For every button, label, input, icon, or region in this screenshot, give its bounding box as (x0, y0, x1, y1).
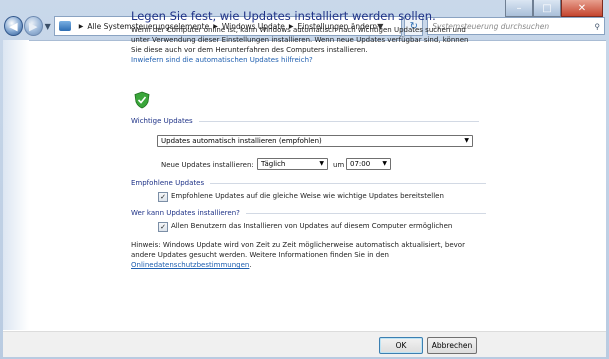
day-select[interactable]: Täglich ▼ (257, 158, 328, 170)
divider (198, 120, 479, 122)
install-schedule-label: Neue Updates installieren: (161, 161, 254, 169)
select-value: 07:00 (350, 160, 371, 168)
section-heading: Wer kann Updates installieren? (131, 209, 240, 217)
recommended-checkbox-label[interactable]: Empfohlene Updates auf die gleiche Weise… (171, 192, 444, 200)
back-arrow-icon[interactable]: ◀ (4, 16, 23, 36)
hint-text: Hinweis: Windows Update wird von Zeit zu… (131, 240, 471, 270)
select-value: Täglich (261, 160, 286, 168)
allow-users-checkbox-label[interactable]: Allen Benutzern das Installieren von Upd… (171, 222, 452, 230)
search-icon[interactable]: ⚲ (595, 22, 601, 31)
left-gradient-bar (3, 40, 29, 330)
description-text: Wenn der Computer online ist, kann Windo… (131, 26, 469, 54)
help-link[interactable]: Inwiefern sind die automatischen Updates… (131, 56, 313, 64)
cancel-button[interactable]: Abbrechen (427, 337, 477, 354)
forward-arrow-icon[interactable]: ▶ (23, 16, 43, 36)
hint-body: Hinweis: Windows Update wird von Zeit zu… (131, 241, 465, 259)
section-heading: Wichtige Updates (131, 117, 193, 125)
window: – □ ✕ ◀ ▶ ▼ ▶ Alle Systemsteuerungseleme… (0, 0, 609, 359)
button-bar: OK Abbrechen (3, 331, 606, 357)
ok-button[interactable]: OK (379, 337, 423, 354)
section-who-can-install: Wer kann Updates installieren? (131, 209, 486, 217)
divider (245, 212, 486, 214)
shield-icon (134, 91, 150, 109)
section-heading: Empfohlene Updates (131, 179, 205, 187)
update-mode-select[interactable]: Updates automatisch installieren (empfoh… (157, 135, 473, 147)
privacy-link[interactable]: Onlinedatenschutzbestimmungen (131, 261, 249, 269)
divider (210, 182, 487, 184)
page-title: Legen Sie fest, wie Updates installiert … (131, 9, 436, 23)
control-panel-icon (58, 21, 71, 31)
recommended-checkbox[interactable]: ✓ (158, 192, 168, 202)
chevron-down-icon: ▼ (382, 160, 387, 167)
time-select[interactable]: 07:00 ▼ (346, 158, 391, 170)
allow-users-checkbox[interactable]: ✓ (158, 222, 168, 232)
section-important-updates: Wichtige Updates (131, 117, 479, 125)
chevron-down-icon: ▼ (464, 137, 469, 144)
chevron-right-icon[interactable]: ▶ (79, 23, 84, 30)
hint-end: . (249, 261, 252, 269)
at-label: um (333, 161, 345, 169)
chevron-down-icon: ▼ (319, 160, 324, 167)
select-value: Updates automatisch installieren (empfoh… (161, 137, 322, 145)
history-dropdown-icon[interactable]: ▼ (45, 22, 51, 31)
section-recommended-updates: Empfohlene Updates (131, 179, 487, 187)
